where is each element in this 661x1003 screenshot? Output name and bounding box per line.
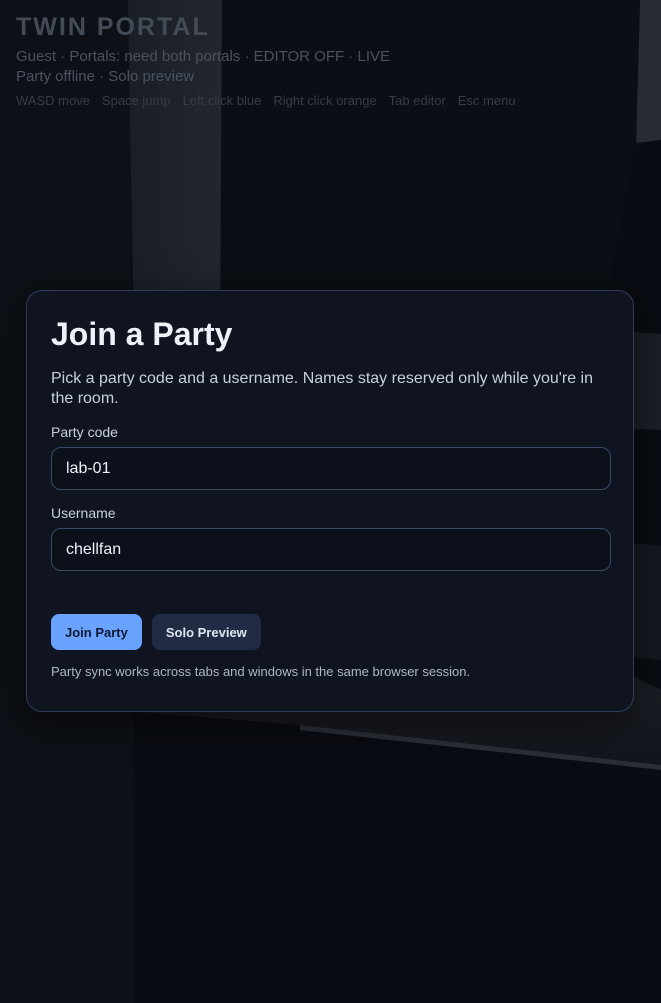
game-title: TWIN PORTAL	[16, 13, 210, 41]
solo-preview-button[interactable]: Solo Preview	[151, 614, 261, 650]
username-input[interactable]	[51, 528, 611, 571]
join-party-button[interactable]: Join Party	[51, 614, 142, 650]
status-line: Guest · Portals: need both portals · EDI…	[16, 48, 391, 65]
control-hint-menu: Esc menu	[457, 93, 516, 108]
dialog-actions: Join Party Solo Preview	[51, 614, 609, 650]
join-party-dialog: Join a Party Pick a party code and a use…	[26, 290, 634, 712]
username-label: Username	[51, 505, 116, 521]
control-hint-blue-portal: Left click blue	[182, 93, 262, 108]
dialog-description: Pick a party code and a username. Names …	[51, 370, 593, 407]
sync-footnote: Party sync works across tabs and windows…	[51, 664, 471, 679]
controls-hint: WASD move Space jump Left click blue Rig…	[16, 93, 528, 108]
party-code-input[interactable]	[51, 447, 611, 490]
hud-overlay: TWIN PORTAL Guest · Portals: need both p…	[16, 12, 528, 108]
control-hint-jump: Space jump	[101, 93, 171, 108]
party-status-line: Party offline · Solo preview	[16, 68, 195, 85]
wall-panel-right	[636, 0, 661, 143]
control-hint-move: WASD move	[16, 93, 90, 108]
dialog-title: Join a Party	[51, 316, 233, 352]
party-code-label: Party code	[51, 424, 118, 440]
control-hint-orange-portal: Right click orange	[273, 93, 377, 108]
control-hint-editor: Tab editor	[388, 93, 446, 108]
